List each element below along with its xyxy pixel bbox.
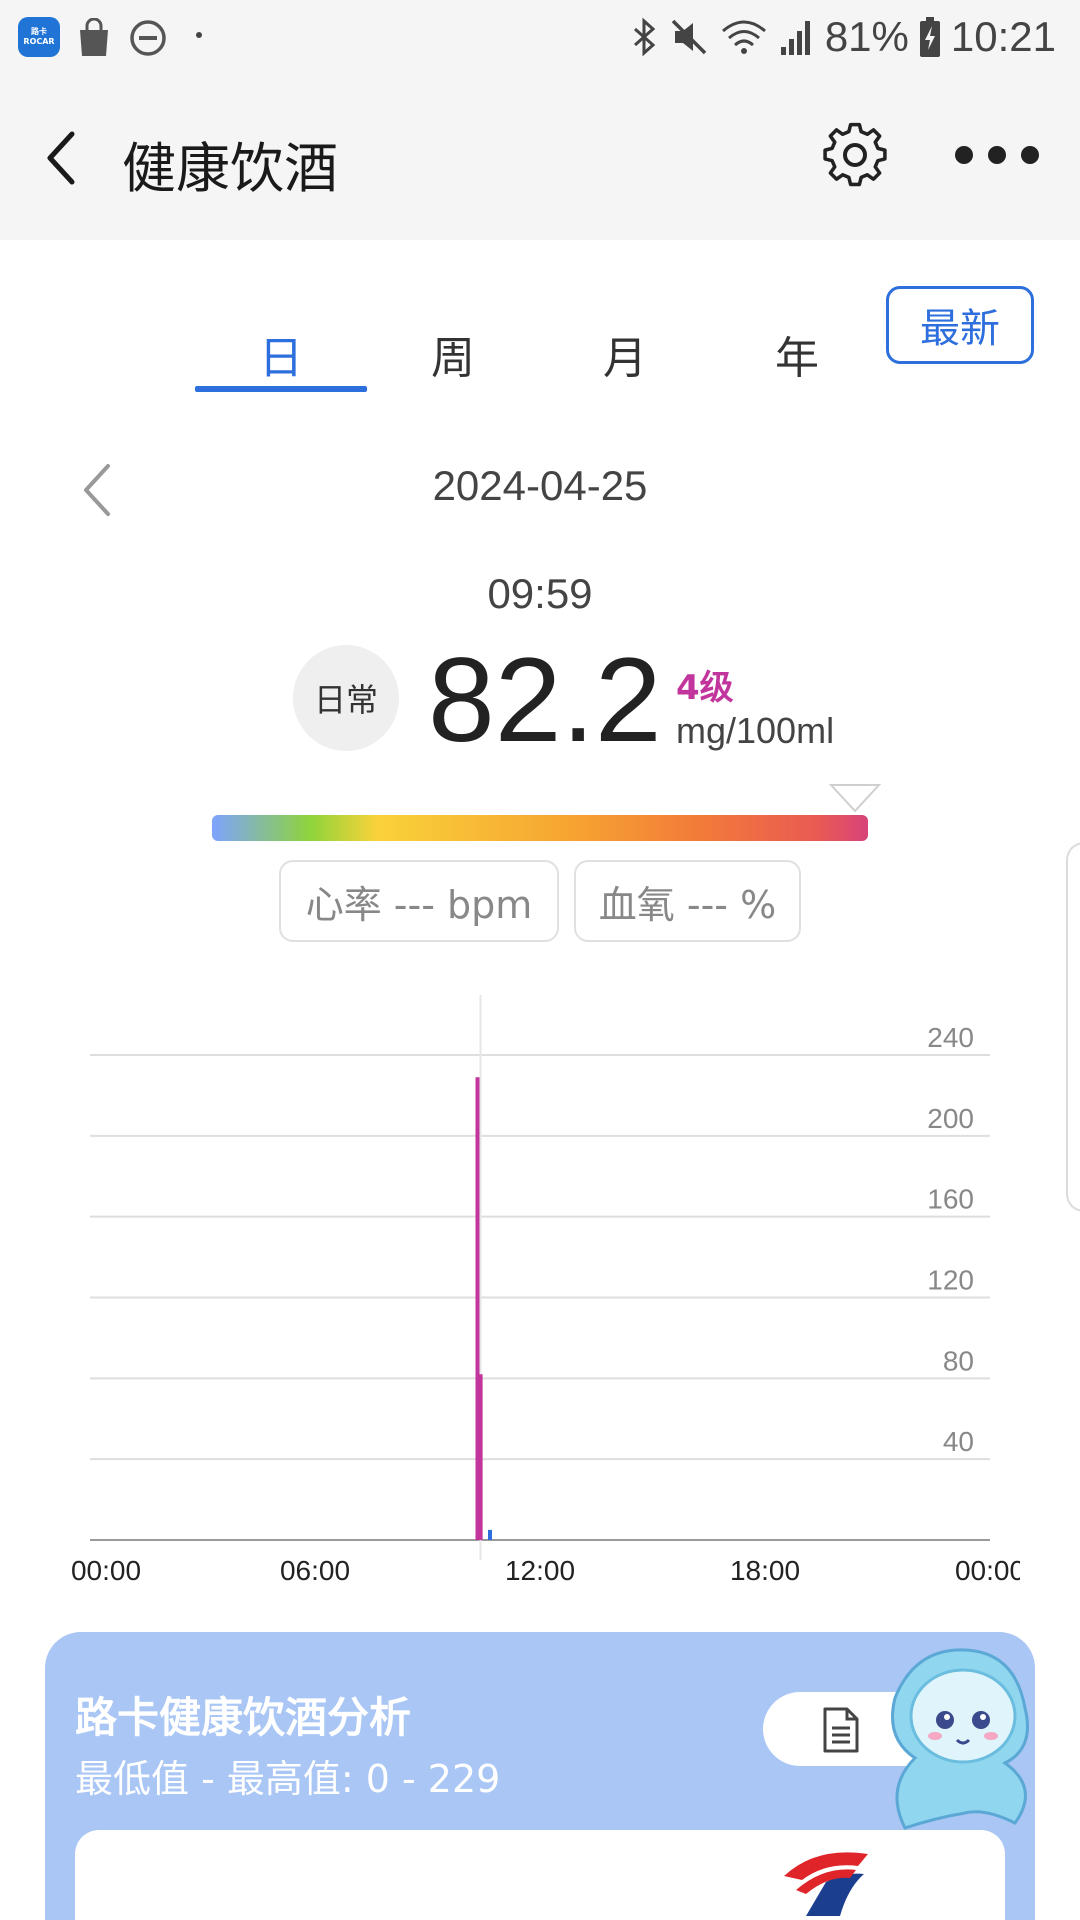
x-tick-label: 00:00: [71, 1555, 141, 1586]
y-tick-label: 240: [927, 1022, 974, 1053]
y-tick-label: 120: [927, 1265, 974, 1296]
mute-icon: [671, 19, 707, 55]
clock: 10:21: [950, 13, 1056, 60]
reading-unit: mg/100ml: [676, 710, 835, 751]
tab-day[interactable]: 日: [195, 322, 367, 386]
tab-year[interactable]: 年: [711, 322, 883, 386]
level-gradient-bar: [212, 815, 868, 841]
wifi-icon: [721, 20, 766, 54]
bluetooth-icon: [633, 17, 656, 57]
tab-month[interactable]: 月: [539, 322, 711, 386]
tab-week[interactable]: 周: [367, 322, 539, 386]
back-arrow-icon[interactable]: [38, 128, 88, 188]
app-bar: 健康饮酒: [0, 76, 1080, 240]
data-bar: [478, 1374, 483, 1540]
document-icon: [823, 1707, 859, 1753]
level-marker-icon: [828, 784, 881, 813]
alcohol-chart: 40 80 120 160 200 240 00:00 06:00 12:00 18:00 00:0…: [71, 995, 1020, 1586]
y-tick-label: 80: [943, 1345, 974, 1376]
app-icon: 路卡 ROCAR: [18, 17, 60, 57]
latest-button[interactable]: 最新: [886, 286, 1034, 364]
mascot-icon: [891, 1648, 1029, 1830]
y-tick-label: 200: [927, 1103, 974, 1134]
analysis-range: 最低值 - 最高值: 0 - 229: [75, 1757, 501, 1801]
blood-oxygen-pill: 血氧 --- %: [574, 860, 801, 942]
status-bar: 路卡 ROCAR 81% 10:21: [0, 0, 1080, 76]
shopping-bag-icon: [80, 18, 108, 56]
dot: [955, 146, 973, 164]
analysis-title: 路卡健康饮酒分析: [75, 1693, 412, 1742]
reading-value: 82.2: [428, 633, 662, 767]
data-bar: [488, 1529, 492, 1540]
date-label: 2024-04-25: [432, 462, 648, 509]
gear-icon[interactable]: [820, 120, 890, 190]
x-tick-label: 12:00: [505, 1555, 575, 1586]
notification-dot: [196, 32, 202, 38]
brand-logo-icon: [784, 1852, 868, 1916]
signal-icon: [780, 21, 810, 55]
period-tabs: 日 周 月 年: [195, 300, 885, 396]
y-tick-label: 40: [943, 1426, 974, 1457]
more-dots-icon[interactable]: [955, 142, 1039, 168]
active-tab-indicator: [195, 386, 367, 392]
heart-rate-pill: 心率 --- bpm: [279, 860, 559, 942]
y-tick-label: 160: [927, 1184, 974, 1215]
x-tick-label: 06:00: [280, 1555, 350, 1586]
battery-charging-icon: [919, 17, 940, 57]
x-tick-label: 18:00: [730, 1555, 800, 1586]
dot: [988, 146, 1006, 164]
mode-badge: 日常: [293, 645, 399, 751]
analysis-card: 路卡健康饮酒分析 最低值 - 最高值: 0 - 229: [45, 1632, 1035, 1920]
reading-time: 09:59: [487, 570, 593, 617]
page-title: 健康饮酒: [122, 137, 338, 200]
edge-panel-handle[interactable]: [1066, 842, 1080, 1212]
do-not-disturb-icon: [130, 20, 166, 56]
dot: [1021, 146, 1039, 164]
battery-percent: 81%: [824, 13, 909, 60]
x-tick-label: 00:00: [955, 1555, 1020, 1586]
status-right-group: 81% 10:21: [629, 12, 1056, 62]
reading-level: 4级: [676, 668, 734, 708]
